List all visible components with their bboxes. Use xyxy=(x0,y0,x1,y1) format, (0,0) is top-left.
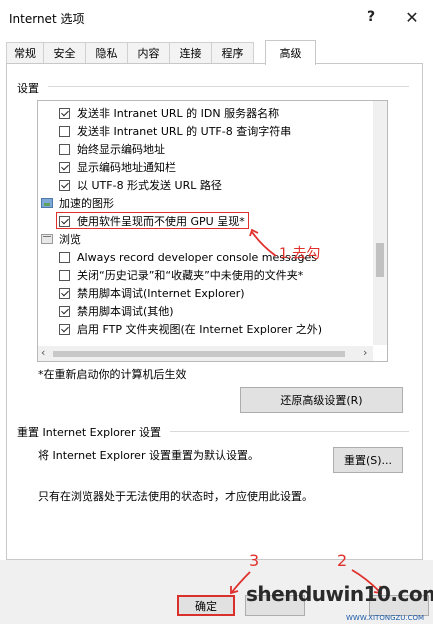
scroll-thumb[interactable] xyxy=(53,351,345,357)
scroll-thumb[interactable] xyxy=(376,243,384,277)
setting-label: 始终显示编码地址 xyxy=(77,143,165,156)
category-label: 加速的图形 xyxy=(59,197,114,210)
setting-label: 禁用脚本调试(Internet Explorer) xyxy=(77,287,245,300)
reset-group-label: 重置 Internet Explorer 设置 xyxy=(17,426,161,439)
restart-note: *在重新启动你的计算机后生效 xyxy=(38,368,187,381)
annotation-step2: 2 xyxy=(337,551,348,570)
setting-label: 发送非 Intranet URL 的 UTF-8 查询字符串 xyxy=(77,125,292,138)
checkbox[interactable] xyxy=(59,287,70,299)
title-bar: Internet 选项 ? ✕ xyxy=(0,0,433,34)
checkbox[interactable] xyxy=(59,125,70,137)
divider xyxy=(170,431,409,432)
setting-label: 以 UTF-8 形式发送 URL 路径 xyxy=(77,179,222,192)
setting-row[interactable]: 发送非 Intranet URL 的 UTF-8 查询字符串 xyxy=(59,122,291,140)
reset-note: 只有在浏览器处于无法使用的状态时，才应使用此设置。 xyxy=(38,490,313,503)
checkbox[interactable] xyxy=(59,251,70,263)
annotation-step1: 1.去勾 xyxy=(279,246,321,262)
tab-advanced[interactable]: 高级 xyxy=(265,40,316,65)
category-label: 浏览 xyxy=(59,233,81,246)
checkbox[interactable] xyxy=(59,179,70,191)
graphics-category-icon xyxy=(41,198,53,208)
setting-row[interactable]: 禁用脚本调试(Internet Explorer) xyxy=(59,284,245,302)
scroll-left-icon[interactable]: ‹ xyxy=(41,346,45,359)
restore-advanced-settings-button[interactable]: 还原高级设置(R) xyxy=(240,387,403,413)
checkbox[interactable] xyxy=(59,269,70,281)
setting-label: 启用 FTP 文件夹视图(在 Internet Explorer 之外) xyxy=(77,323,323,336)
setting-label: 禁用脚本调试(其他) xyxy=(77,305,174,318)
checkbox[interactable] xyxy=(59,161,70,173)
tab-privacy[interactable]: 隐私 xyxy=(85,42,128,63)
setting-row[interactable]: 以 UTF-8 形式发送 URL 路径 xyxy=(59,176,222,194)
annotation-step3: 3 xyxy=(249,551,260,570)
checkbox[interactable] xyxy=(59,305,70,317)
setting-row[interactable]: 禁用脚本调试(其他) xyxy=(59,302,174,320)
annotation-highlight-box xyxy=(56,212,249,229)
settings-list[interactable]: 发送非 Intranet URL 的 IDN 服务器名称 发送非 Intrane… xyxy=(37,100,388,362)
tab-strip: 常规 安全 隐私 内容 连接 程序 高级 xyxy=(6,40,428,65)
tab-programs[interactable]: 程序 xyxy=(211,42,254,63)
checkbox[interactable] xyxy=(59,143,70,155)
setting-label: 显示编码地址通知栏 xyxy=(77,161,176,174)
window-title: Internet 选项 xyxy=(9,12,85,26)
setting-row[interactable]: 发送非 Intranet URL 的 IDN 服务器名称 xyxy=(59,104,279,122)
horizontal-scrollbar[interactable]: ‹ › xyxy=(38,346,373,361)
tab-security[interactable]: 安全 xyxy=(43,42,86,63)
setting-label: 发送非 Intranet URL 的 IDN 服务器名称 xyxy=(77,107,280,120)
tab-content[interactable]: 内容 xyxy=(127,42,170,63)
setting-row[interactable]: 启用 FTP 文件夹视图(在 Internet Explorer 之外) xyxy=(59,320,322,338)
settings-group-label: 设置 xyxy=(17,82,39,95)
setting-label: 关闭“历史记录”和“收藏夹”中未使用的文件夹* xyxy=(77,269,304,282)
checkbox[interactable] xyxy=(59,107,70,119)
reset-button[interactable]: 重置(S)... xyxy=(333,447,403,473)
setting-row[interactable]: 显示编码地址通知栏 xyxy=(59,158,176,176)
watermark: shenduwin10.com WWW.XITONGZU.COM xyxy=(246,580,433,624)
scroll-right-icon[interactable]: › xyxy=(363,346,367,359)
setting-row[interactable]: 关闭“历史记录”和“收藏夹”中未使用的文件夹* xyxy=(59,266,303,284)
help-button[interactable]: ? xyxy=(353,4,389,30)
watermark-text: shenduwin10.com xyxy=(246,582,433,606)
tab-connections[interactable]: 连接 xyxy=(169,42,212,63)
setting-row[interactable]: 始终显示编码地址 xyxy=(59,140,165,158)
browsing-category-icon xyxy=(41,234,53,244)
tab-general[interactable]: 常规 xyxy=(6,42,44,63)
category-browsing: 浏览 xyxy=(41,230,81,248)
close-button[interactable]: ✕ xyxy=(394,4,430,30)
ok-button[interactable]: 确定 xyxy=(177,595,235,616)
reset-description: 将 Internet Explorer 设置重置为默认设置。 xyxy=(38,449,259,462)
watermark-subtext: WWW.XITONGZU.COM xyxy=(346,614,425,622)
category-graphics: 加速的图形 xyxy=(41,194,114,212)
vertical-scrollbar[interactable] xyxy=(373,101,387,345)
checkbox[interactable] xyxy=(59,323,70,335)
divider xyxy=(48,86,409,87)
